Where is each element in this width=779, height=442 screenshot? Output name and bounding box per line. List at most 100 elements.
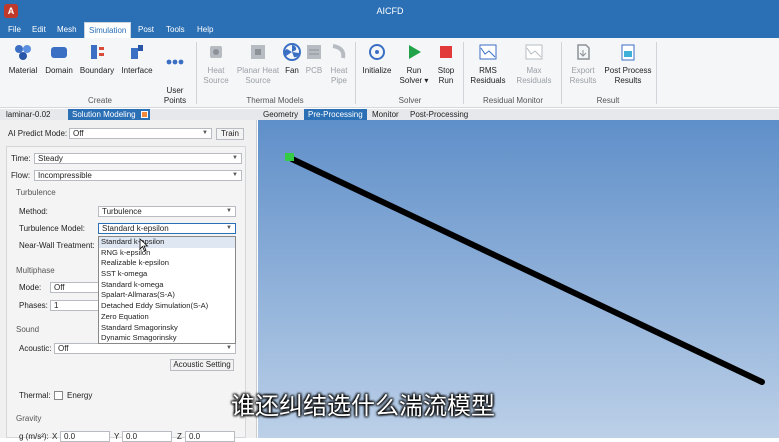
chevron-down-icon: ▼ — [232, 172, 238, 178]
heat-pipe-icon — [332, 44, 346, 59]
ribbon-separator — [463, 42, 464, 104]
fan-icon — [283, 43, 301, 61]
train-button[interactable]: Train — [216, 128, 244, 140]
gravity-unit-label: g (m/s²): — [19, 432, 49, 441]
energy-label: Energy — [67, 391, 93, 400]
menu-post[interactable]: Post — [134, 22, 158, 38]
acoustic-setting-button[interactable]: Acoustic Setting — [170, 359, 234, 371]
video-subtitle: 谁还纠结选什么湍流模型 — [231, 392, 495, 420]
pcb-button[interactable]: PCB — [304, 42, 324, 76]
menu-mesh[interactable]: Mesh — [53, 22, 81, 38]
play-icon — [409, 45, 421, 59]
menu-edit[interactable]: Edit — [28, 22, 50, 38]
export-results-button[interactable]: Export Results — [566, 42, 600, 86]
menu-help[interactable]: Help — [193, 22, 217, 38]
menu-simulation[interactable]: Simulation — [84, 22, 132, 39]
mouse-cursor-icon — [139, 238, 149, 252]
option-realizable-k-epsilon[interactable]: Realizable k-epsilon — [99, 258, 235, 269]
acoustic-label: Acoustic: — [19, 344, 52, 353]
tab-solution-modeling[interactable]: Solution Modeling — [68, 109, 150, 120]
window-title: AICFD — [376, 6, 404, 16]
menu-bar: File Edit Mesh Simulation Post Tools Hel… — [0, 22, 779, 39]
option-spalart-allmaras[interactable]: Spalart-Allmaras(S-A) — [99, 290, 235, 301]
menu-file[interactable]: File — [4, 22, 25, 38]
export-icon — [577, 44, 590, 60]
option-standard-k-epsilon[interactable]: Standard k-epsilon — [99, 237, 235, 248]
option-sst-k-omega[interactable]: SST k-omega — [99, 269, 235, 280]
chevron-down-icon: ▼ — [232, 155, 238, 161]
mode-select[interactable]: Off — [50, 282, 100, 293]
run-solver-button[interactable]: Run Solver ▾ — [398, 42, 430, 86]
post-process-icon — [621, 44, 635, 61]
option-standard-smagorinsky[interactable]: Standard Smagorinsky — [99, 323, 235, 334]
ribbon-separator — [196, 42, 197, 104]
fan-button[interactable]: Fan — [282, 42, 302, 76]
material-button[interactable]: Material — [6, 42, 40, 76]
gravity-x-label: X — [52, 432, 58, 441]
ai-predict-select[interactable]: Off ▼ — [69, 128, 212, 139]
option-dynamic-smagorinsky[interactable]: Dynamic Smagorinsky — [99, 333, 235, 344]
gravity-z-input[interactable]: 0.0 — [185, 431, 235, 442]
pipe-geometry[interactable] — [289, 156, 765, 385]
mode-label: Mode: — [19, 283, 42, 292]
tab-case[interactable]: laminar-0.02 — [2, 109, 55, 120]
post-process-results-button[interactable]: Post Process Results — [603, 42, 653, 86]
tab-pre-processing[interactable]: Pre-Processing — [304, 109, 367, 120]
stop-icon — [440, 46, 452, 58]
stop-run-button[interactable]: Stop Run — [434, 42, 458, 86]
section-sound: Sound — [16, 325, 40, 334]
phases-input[interactable]: 1 — [50, 300, 100, 311]
rms-residuals-button[interactable]: RMS Residuals — [469, 42, 507, 86]
option-rng-k-epsilon[interactable]: RNG k-epsilon — [99, 248, 235, 259]
title-bar: A AICFD — [0, 0, 779, 22]
menu-tools[interactable]: Tools — [162, 22, 189, 38]
gravity-y-input[interactable]: 0.0 — [122, 431, 172, 442]
max-residuals-button[interactable]: Max Residuals — [514, 42, 554, 86]
chevron-down-icon: ▼ — [226, 208, 232, 214]
section-turbulence: Turbulence — [16, 188, 56, 197]
turbulence-model-select[interactable]: Standard k-epsilon ▼ — [98, 223, 236, 234]
option-standard-k-omega[interactable]: Standard k-omega — [99, 280, 235, 291]
heat-pipe-button[interactable]: Heat Pipe — [328, 42, 350, 86]
pcb-icon — [307, 45, 321, 59]
boundary-marker[interactable] — [285, 153, 294, 161]
thermal-label: Thermal: — [19, 391, 51, 400]
energy-checkbox[interactable] — [54, 391, 63, 400]
tab-monitor[interactable]: Monitor — [368, 109, 403, 120]
tab-post-processing[interactable]: Post-Processing — [406, 109, 473, 120]
tab-strip: laminar-0.02 Solution Modeling Geometry … — [0, 109, 779, 120]
turbulence-model-label: Turbulence Model: — [19, 224, 85, 233]
section-multiphase: Multiphase — [16, 266, 55, 275]
turbulence-model-dropdown: Standard k-epsilon RNG k-epsilon Realiza… — [98, 236, 236, 344]
tab-geometry[interactable]: Geometry — [259, 109, 303, 120]
interface-button[interactable]: Interface — [120, 42, 154, 76]
ribbon-toolbar: Material Domain Boundary Interface User … — [0, 38, 779, 108]
section-gravity: Gravity — [16, 414, 42, 423]
planar-heat-source-button[interactable]: Planar Heat Source — [235, 42, 281, 86]
heat-source-button[interactable]: Heat Source — [201, 42, 231, 86]
gravity-x-input[interactable]: 0.0 — [60, 431, 110, 442]
close-icon[interactable] — [140, 111, 148, 118]
time-select[interactable]: Steady ▼ — [34, 153, 242, 164]
planar-heat-icon — [251, 45, 265, 59]
boundary-button[interactable]: Boundary — [79, 42, 115, 76]
max-chart-icon — [525, 44, 543, 60]
time-label: Time: — [11, 154, 31, 163]
flow-label: Flow: — [11, 171, 31, 180]
acoustic-select[interactable]: Off ▼ — [54, 343, 236, 354]
domain-button[interactable]: Domain — [44, 42, 74, 76]
option-zero-equation[interactable]: Zero Equation — [99, 312, 235, 323]
chevron-down-icon: ▼ — [226, 345, 232, 351]
phases-label: Phases: — [19, 301, 48, 310]
boundary-icon — [91, 45, 104, 59]
group-create: Create — [87, 96, 112, 105]
initialize-button[interactable]: Initialize — [360, 42, 394, 76]
gravity-z-label: Z — [177, 432, 182, 441]
user-points-button[interactable]: User Points — [160, 42, 190, 116]
option-detached-eddy-simulation[interactable]: Detached Eddy Simulation(S-A) — [99, 301, 235, 312]
ai-predict-label: AI Predict Mode: — [8, 129, 68, 138]
method-select[interactable]: Turbulence ▼ — [98, 206, 236, 217]
interface-icon — [131, 45, 143, 59]
near-wall-label: Near-Wall Treatment: — [19, 241, 95, 250]
flow-select[interactable]: Incompressible ▼ — [34, 170, 242, 181]
